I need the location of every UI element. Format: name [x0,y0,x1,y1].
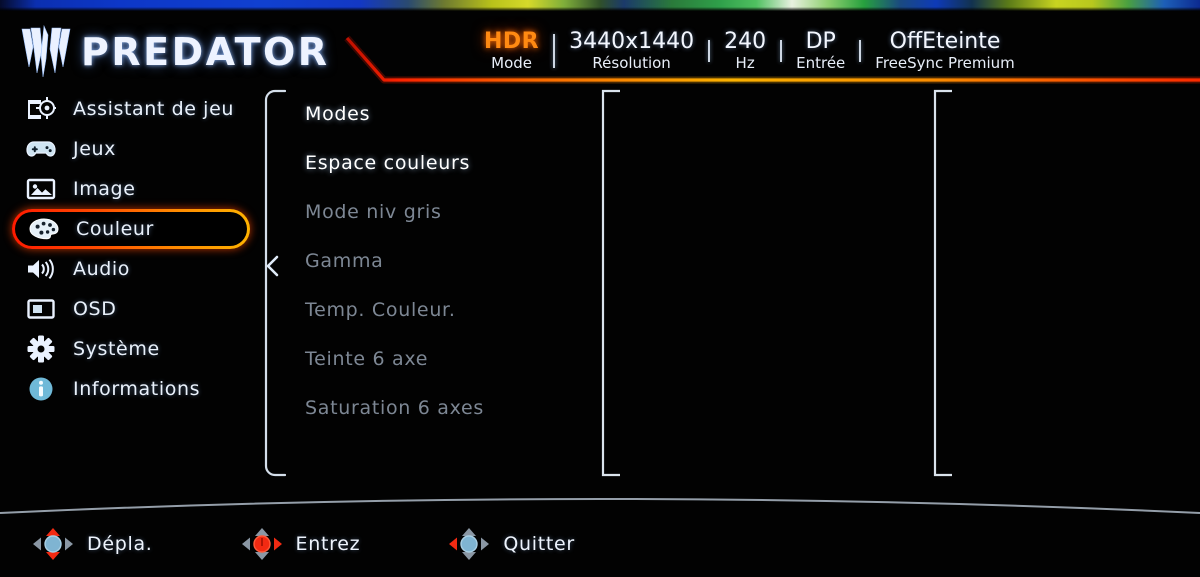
status-label-resolution: Résolution [592,54,671,73]
status-item-refresh: 240 Hz [710,28,780,73]
osd-body: Assistant de jeu Jeux Image Couleur Audi… [0,89,1200,499]
sidebar-item-osd[interactable]: OSD [12,289,250,329]
osd-icon [26,294,56,324]
column-bracket-1 [264,89,286,477]
submenu-item-modes[interactable]: Modes [305,89,595,138]
dpad-left-icon [449,528,490,560]
status-separator [708,40,711,62]
picture-icon [26,174,56,204]
status-item-freesync: OffEteinte FreeSync Premium [861,28,1029,73]
status-separator [553,34,556,68]
hint-entrez[interactable]: Entrez [241,527,361,561]
sidebar-label: OSD [73,298,117,320]
status-item-mode: HDR Mode [470,28,553,73]
hint-label: Entrez [295,533,361,555]
submenu-item-saturation-6-axes[interactable]: Saturation 6 axes [305,383,595,432]
status-separator [780,40,783,62]
status-label-refresh: Hz [735,54,755,73]
info-icon [26,374,56,404]
sidebar-item-jeux[interactable]: Jeux [12,129,250,169]
brand-name: PREDATOR [81,30,330,74]
submenu-item-temp-couleur[interactable]: Temp. Couleur. [305,285,595,334]
sidebar-item-image[interactable]: Image [12,169,250,209]
status-separator [859,40,862,62]
palette-icon [29,214,59,244]
dpad-updown-icon [33,528,73,560]
status-label-freesync: FreeSync Premium [875,54,1015,73]
submenu-list: Modes Espace couleurs Mode niv gris Gamm… [305,89,595,432]
bottom-hint-bar: Dépla. Entrez Quitter [0,511,1200,577]
sidebar-label: Système [73,338,160,360]
status-value-freesync: OffEteinte [889,28,1001,54]
sidebar-label: Assistant de jeu [73,98,234,120]
status-value-input: DP [805,28,836,54]
sidebar-label: Couleur [76,218,154,240]
column-bracket-3 [933,89,952,477]
submenu-item-mode-niv-gris[interactable]: Mode niv gris [305,187,595,236]
sidebar-item-assistant-de-jeu[interactable]: Assistant de jeu [12,89,250,129]
speaker-icon [26,254,56,284]
status-label-mode: Mode [491,54,532,73]
status-value-mode: HDR [484,28,540,54]
sidebar-item-couleur[interactable]: Couleur [12,209,250,249]
status-value-resolution: 3440x1440 [569,28,695,54]
dpad-right-icon [241,528,282,560]
column-bracket-2 [601,89,620,477]
status-item-input: DP Entrée [782,28,859,73]
status-bar: HDR Mode 3440x1440 Résolution 240 Hz DP … [470,20,1029,82]
submenu-item-gamma[interactable]: Gamma [305,236,595,285]
game-assist-icon [26,94,56,124]
gamepad-icon [26,134,56,164]
brand-logo: PREDATOR [20,25,330,79]
sidebar-item-systeme[interactable]: Système [12,329,250,369]
sidebar-label: Informations [73,378,201,400]
sidebar-label: Audio [73,258,131,280]
submenu-item-teinte-6-axe[interactable]: Teinte 6 axe [305,334,595,383]
submenu-item-espace-couleurs[interactable]: Espace couleurs [305,138,595,187]
sidebar-menu: Assistant de jeu Jeux Image Couleur Audi… [0,89,262,409]
hint-label: Quitter [503,533,575,555]
gear-icon [26,334,56,364]
sidebar-label: Jeux [73,138,116,160]
sidebar-item-informations[interactable]: Informations [12,369,250,409]
status-value-refresh: 240 [724,28,767,54]
predator-logo-icon [21,25,71,78]
hint-quitter[interactable]: Quitter [448,527,575,561]
sidebar-label: Image [73,178,136,200]
background-game-content [0,0,1200,11]
osd-panel: PREDATOR HDR Mode 3440x1440 Résolution 2… [0,11,1200,577]
status-item-resolution: 3440x1440 Résolution [555,28,708,73]
hint-depla[interactable]: Dépla. [32,527,153,561]
hint-label: Dépla. [87,533,153,555]
status-label-input: Entrée [796,54,846,73]
sidebar-item-audio[interactable]: Audio [12,249,250,289]
